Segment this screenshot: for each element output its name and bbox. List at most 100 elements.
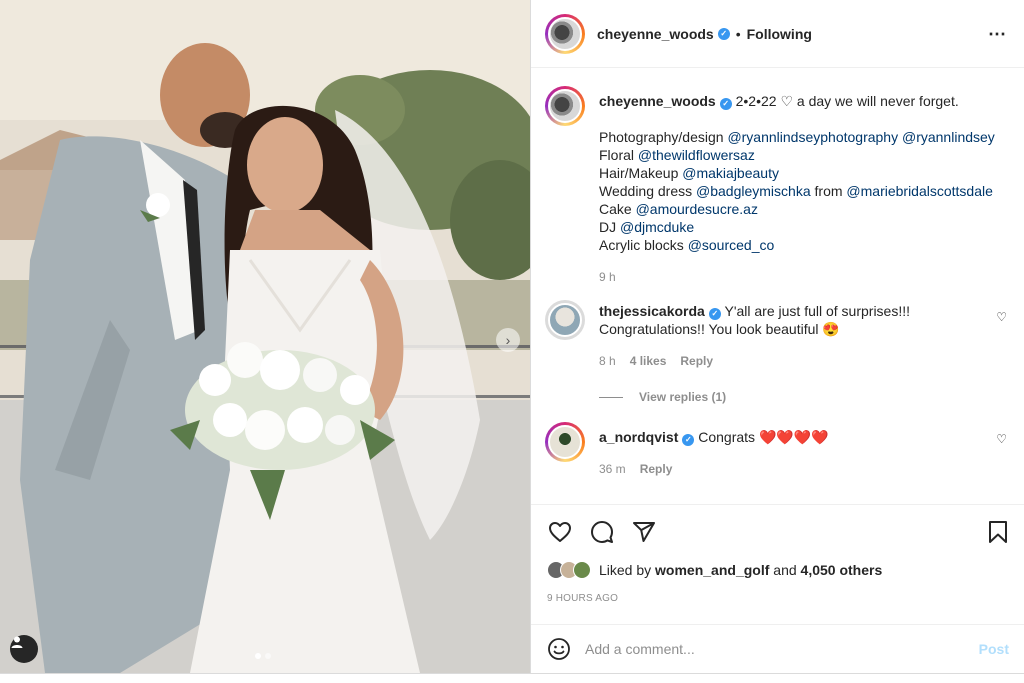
liker-avatars[interactable] [547, 561, 591, 579]
mention-link[interactable]: @djmcduke [620, 219, 694, 235]
comment-likes[interactable]: 4 likes [630, 352, 667, 370]
verified-badge-icon: ✓ [682, 434, 695, 446]
credit-line: Cake @amourdesucre.az [599, 200, 1011, 218]
credit-line: Photography/design @ryannlindseyphotogra… [599, 128, 1011, 146]
send-icon [633, 522, 655, 542]
caption-avatar[interactable] [545, 86, 585, 126]
credit-label: Hair/Makeup [599, 165, 683, 181]
mention-link[interactable]: @makiajbeauty [682, 165, 779, 181]
credit-line: Acrylic blocks @sourced_co [599, 236, 1011, 254]
comment-body: thejessicakorda ✓ Y'all are just full of … [599, 300, 1011, 370]
mention-link[interactable]: @badgleymischka [696, 183, 811, 199]
view-replies-button[interactable]: View replies (1) [599, 390, 726, 404]
caption: cheyenne_woods ✓ 2•2•22 ♡ a day we will n… [545, 86, 1011, 286]
comment-input[interactable] [585, 641, 945, 657]
post-photo[interactable]: › [0, 0, 530, 673]
comment-text: Congrats [698, 429, 759, 445]
mention-link[interactable]: @thewildflowersaz [638, 147, 755, 163]
post-header: cheyenne_woods ✓ • Following ⋯ [531, 0, 1024, 68]
mention-link[interactable]: @ryannlindsey [902, 129, 995, 145]
comment-time[interactable]: 36 m [599, 460, 626, 478]
tagged-users-button[interactable] [10, 635, 38, 663]
author-avatar[interactable] [545, 13, 585, 54]
comment-username[interactable]: a_nordqvist [599, 429, 678, 445]
user-icon [11, 636, 23, 648]
comment-time[interactable]: 8 h [599, 352, 616, 370]
caption-text-prefix: 2•2•22 [735, 93, 781, 109]
post-timestamp[interactable]: 9 HOURS AGO [547, 593, 618, 604]
post-side-panel: cheyenne_woods ✓ • Following ⋯ cheyenne_… [530, 0, 1024, 683]
commenter-avatar[interactable] [545, 422, 585, 462]
comment-text-line2: Congratulations!! You look beautiful 😍 [599, 321, 840, 337]
caption-username[interactable]: cheyenne_woods [599, 93, 716, 109]
credit-label: Acrylic blocks [599, 237, 688, 253]
mention-link[interactable]: @sourced_co [688, 237, 775, 253]
view-replies-label: View replies (1) [639, 390, 727, 404]
more-horizontal-icon[interactable]: ⋯ [988, 24, 1007, 45]
comments-list[interactable]: cheyenne_woods ✓ 2•2•22 ♡ a day we will n… [531, 68, 1024, 504]
comment-meta: 8 h 4 likes Reply [599, 352, 1011, 370]
commenter-avatar[interactable] [545, 300, 585, 340]
credit-label: Photography/design [599, 129, 728, 145]
likes-summary: Liked by women_and_golf and 4,050 others [547, 561, 882, 579]
credit-label: DJ [599, 219, 620, 235]
reply-button[interactable]: Reply [640, 460, 673, 478]
credit-line: DJ @djmcduke [599, 218, 1011, 236]
save-button[interactable] [985, 519, 1011, 545]
credit-middle: from [810, 183, 847, 199]
comment-item: thejessicakorda ✓ Y'all are just full of … [545, 300, 1011, 370]
credit-label: Floral [599, 147, 638, 163]
comment-item: a_nordqvist ✓ Congrats ❤️❤️❤️❤️ 36 m Repl… [545, 422, 1011, 478]
like-comment-heart-icon[interactable]: ♡ [996, 432, 1007, 446]
add-comment-bar: Post [531, 624, 1024, 673]
like-button[interactable] [547, 519, 573, 545]
liker-avatar [573, 561, 591, 579]
caption-credits: Photography/design @ryannlindseyphotogra… [599, 128, 1011, 254]
verified-badge-icon: ✓ [719, 98, 732, 110]
liked-by-user[interactable]: women_and_golf [655, 562, 769, 578]
carousel-dot [265, 653, 271, 659]
following-button[interactable]: Following [747, 26, 812, 42]
bookmark-icon [989, 521, 1007, 543]
credit-label: Cake [599, 201, 636, 217]
comment-meta: 36 m Reply [599, 460, 1011, 478]
verified-badge-icon: ✓ [708, 308, 721, 320]
outline-heart-icon: ♡ [780, 93, 793, 109]
mention-link[interactable]: @mariebridalscottsdale [846, 183, 993, 199]
credit-line: Floral @thewildflowersaz [599, 146, 1011, 164]
author-username[interactable]: cheyenne_woods [597, 26, 714, 42]
red-hearts-emoji: ❤️❤️❤️❤️ [758, 429, 829, 445]
carousel-dots [255, 653, 271, 659]
carousel-dot-active [255, 653, 261, 659]
comment-username[interactable]: thejessicakorda [599, 303, 705, 319]
mention-link[interactable]: @ryannlindseyphotography [727, 129, 898, 145]
wedding-photo-illustration [0, 0, 530, 673]
heart-icon [549, 522, 571, 542]
comment-text: Y'all are just full of surprises!!! [724, 303, 911, 319]
caption-body: cheyenne_woods ✓ 2•2•22 ♡ a day we will n… [599, 86, 1011, 286]
like-comment-heart-icon[interactable]: ♡ [996, 310, 1007, 324]
emoji-icon[interactable] [547, 637, 571, 661]
separator: • [735, 25, 741, 42]
divider [599, 396, 623, 398]
liked-by-middle: and [773, 562, 797, 578]
caption-text-suffix: a day we will never forget. [793, 93, 959, 109]
next-photo-button[interactable]: › [496, 328, 520, 352]
post-comment-button[interactable]: Post [979, 641, 1009, 657]
share-button[interactable] [631, 519, 657, 545]
reply-button[interactable]: Reply [680, 352, 713, 370]
comment-button[interactable] [589, 519, 615, 545]
comment-body: a_nordqvist ✓ Congrats ❤️❤️❤️❤️ 36 m Repl… [599, 422, 1011, 478]
caption-time[interactable]: 9 h [599, 268, 616, 286]
caption-meta: 9 h [599, 268, 1011, 286]
comment-icon [591, 521, 613, 543]
action-icons-row [547, 519, 657, 545]
credit-line: Hair/Makeup @makiajbeauty [599, 164, 1011, 182]
chevron-right-icon: › [505, 332, 511, 348]
liked-by-others[interactable]: 4,050 others [801, 562, 883, 578]
post-actions: Liked by women_and_golf and 4,050 others… [531, 504, 1024, 624]
mention-link[interactable]: @amourdesucre.az [636, 201, 758, 217]
liked-by-prefix: Liked by [599, 562, 652, 578]
credit-line: Wedding dress @badgleymischka from @mari… [599, 182, 1011, 200]
credit-label: Wedding dress [599, 183, 697, 199]
